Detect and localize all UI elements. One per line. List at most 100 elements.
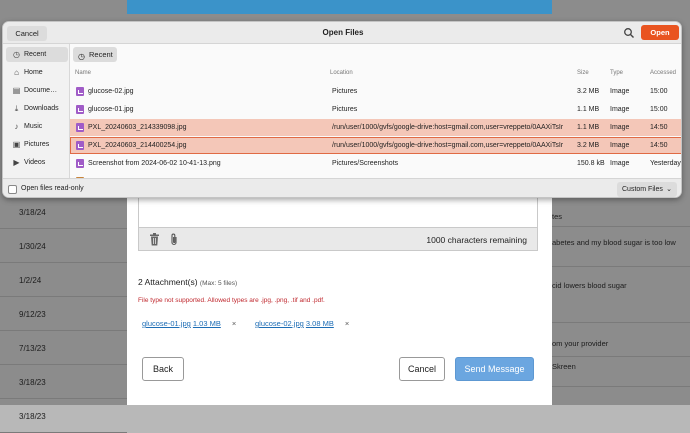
file-row[interactable]: Screenshot from 2024-06-02 10-41-13.png … bbox=[70, 155, 681, 172]
dialog-open-button[interactable]: Open bbox=[641, 25, 679, 40]
file-type: Image bbox=[610, 88, 630, 95]
remove-attachment-icon[interactable]: × bbox=[345, 319, 349, 328]
message-snippet: om your provider bbox=[552, 323, 690, 357]
dialog-footer: Open files read-only Custom Files ⌄ bbox=[3, 178, 681, 197]
music-icon: ♪ bbox=[14, 122, 19, 131]
background-date: 3/18/23 bbox=[0, 365, 127, 399]
background-date: 3/18/24 bbox=[0, 195, 127, 229]
column-header-size[interactable]: Size bbox=[577, 70, 589, 76]
sidebar-item-label: Pictures bbox=[24, 141, 50, 148]
file-row[interactable]: glucose-02.jpg Pictures 3.2 MB Image 15:… bbox=[70, 83, 681, 100]
sidebar-item-videos[interactable]: ▶ Videos bbox=[6, 155, 68, 170]
file-size: 150.8 kB bbox=[577, 160, 605, 167]
file-accessed: Yesterday bbox=[650, 160, 681, 167]
download-icon: ⤓ bbox=[14, 104, 19, 113]
file-accessed: 14:50 bbox=[650, 124, 668, 131]
compose-message-modal: 1000 characters remaining 2 Attachment(s… bbox=[127, 190, 552, 405]
file-type: Image bbox=[610, 124, 630, 131]
paperclip-icon[interactable] bbox=[169, 233, 179, 246]
back-button[interactable]: Back bbox=[142, 357, 184, 381]
background-date: 1/2/24 bbox=[0, 263, 127, 297]
read-only-label[interactable]: Open files read-only bbox=[21, 185, 84, 192]
background-date: 1/30/24 bbox=[0, 229, 127, 263]
sidebar-item-label: Docume… bbox=[24, 87, 58, 94]
send-message-button[interactable]: Send Message bbox=[455, 357, 534, 381]
sidebar-item-recent[interactable]: ◷ Recent bbox=[6, 47, 68, 62]
file-location: Pictures bbox=[332, 106, 358, 113]
attachment-name-link[interactable]: glucose-01.jpg bbox=[142, 319, 191, 328]
column-header-name[interactable]: Name bbox=[75, 70, 91, 76]
file-row-focused[interactable]: PXL_20240603_214400254.jpg /run/user/100… bbox=[70, 137, 681, 154]
remove-attachment-icon[interactable]: × bbox=[232, 319, 236, 328]
background-header-bar bbox=[127, 0, 552, 14]
column-header-location[interactable]: Location bbox=[330, 70, 353, 76]
attachment-size[interactable]: 3.08 MB bbox=[306, 319, 334, 328]
trash-icon[interactable] bbox=[149, 233, 160, 246]
filter-label: Custom Files bbox=[622, 186, 663, 193]
file-location: Pictures bbox=[332, 88, 358, 95]
file-type: Image bbox=[610, 106, 630, 113]
image-file-icon bbox=[76, 123, 84, 132]
message-textarea[interactable] bbox=[138, 193, 538, 227]
sidebar-item-music[interactable]: ♪ Music bbox=[6, 119, 68, 134]
sidebar-item-label: Recent bbox=[24, 51, 47, 58]
image-file-icon bbox=[76, 87, 84, 96]
attachment-name-link[interactable]: glucose-02.jpg bbox=[255, 319, 304, 328]
file-type: Image bbox=[610, 160, 630, 167]
image-file-icon bbox=[76, 159, 84, 168]
places-sidebar: ◷ Recent ⌂ Home ▤ Docume… ⤓ Downloads ♪ Music… bbox=[3, 44, 70, 178]
file-type: Image bbox=[610, 142, 630, 149]
pictures-icon: ▣ bbox=[12, 140, 21, 149]
file-name: glucose-02.jpg bbox=[88, 88, 134, 95]
file-accessed: 15:00 bbox=[650, 88, 668, 95]
sidebar-item-pictures[interactable]: ▣ Pictures bbox=[6, 137, 68, 152]
file-row-selected[interactable]: PXL_20240603_214339098.jpg /run/user/100… bbox=[70, 119, 681, 136]
documents-icon: ▤ bbox=[12, 86, 21, 95]
image-file-icon bbox=[76, 105, 84, 114]
message-snippet: tes bbox=[552, 195, 690, 227]
sidebar-item-label: Videos bbox=[24, 159, 46, 166]
image-file-icon bbox=[76, 141, 84, 150]
clock-icon: ◷ bbox=[13, 50, 20, 59]
file-type-filter-dropdown[interactable]: Custom Files ⌄ bbox=[617, 182, 677, 197]
file-location: /run/user/1000/gvfs/google-drive:host=gm… bbox=[332, 142, 564, 149]
search-icon[interactable] bbox=[623, 27, 635, 39]
file-list-header: Name Location Size Type Accessed bbox=[70, 67, 681, 80]
dialog-header: Cancel Open Files Open bbox=[3, 22, 681, 44]
file-name: PXL_20240603_214339098.jpg bbox=[88, 124, 187, 131]
message-snippet: cid lowers blood sugar bbox=[552, 267, 690, 323]
clock-icon: ◷ bbox=[78, 52, 85, 61]
attachments-heading: 2 Attachment(s) (Max: 5 files) bbox=[138, 277, 237, 287]
attachment-size[interactable]: 1.03 MB bbox=[193, 319, 221, 328]
videos-icon: ▶ bbox=[13, 158, 20, 167]
message-snippet: Skreen bbox=[552, 357, 690, 387]
column-header-accessed[interactable]: Accessed bbox=[650, 70, 676, 76]
file-name: Screenshot from 2024-06-02 10-41-13.png bbox=[88, 160, 221, 167]
sidebar-item-documents[interactable]: ▤ Docume… bbox=[6, 83, 68, 98]
background-date: 7/13/23 bbox=[0, 331, 127, 365]
attachments-count: 2 Attachment(s) bbox=[138, 277, 198, 287]
file-row[interactable]: glucose-01.jpg Pictures 1.1 MB Image 15:… bbox=[70, 101, 681, 118]
file-location: /run/user/1000/gvfs/google-drive:host=gm… bbox=[332, 124, 564, 131]
attachments-max: (Max: 5 files) bbox=[199, 280, 238, 287]
home-icon: ⌂ bbox=[14, 68, 19, 77]
sidebar-item-label: Downloads bbox=[24, 105, 59, 112]
message-toolbar: 1000 characters remaining bbox=[138, 227, 538, 251]
sidebar-item-home[interactable]: ⌂ Home bbox=[6, 65, 68, 80]
sidebar-item-downloads[interactable]: ⤓ Downloads bbox=[6, 101, 68, 116]
file-size: 3.2 MB bbox=[577, 88, 600, 95]
background-message-snippets: tes abetes and my blood sugar is too low… bbox=[552, 195, 690, 387]
background-date: 9/12/23 bbox=[0, 297, 127, 331]
sidebar-item-label: Home bbox=[24, 69, 43, 76]
file-type-error: File type not supported. Allowed types a… bbox=[138, 297, 325, 304]
file-name: glucose-01.jpg bbox=[88, 106, 134, 113]
pathbar-recent-button[interactable]: ◷ Recent bbox=[73, 47, 117, 62]
file-accessed: 14:50 bbox=[650, 142, 668, 149]
column-header-type[interactable]: Type bbox=[610, 70, 623, 76]
attachment-chip: glucose-02.jpg 3.08 MB × bbox=[255, 319, 349, 328]
file-name: PXL_20240603_214400254.jpg bbox=[88, 142, 187, 149]
characters-remaining: 1000 characters remaining bbox=[426, 235, 527, 245]
cancel-message-button[interactable]: Cancel bbox=[399, 357, 445, 381]
chevron-down-icon: ⌄ bbox=[666, 186, 672, 193]
read-only-checkbox[interactable] bbox=[8, 185, 17, 194]
